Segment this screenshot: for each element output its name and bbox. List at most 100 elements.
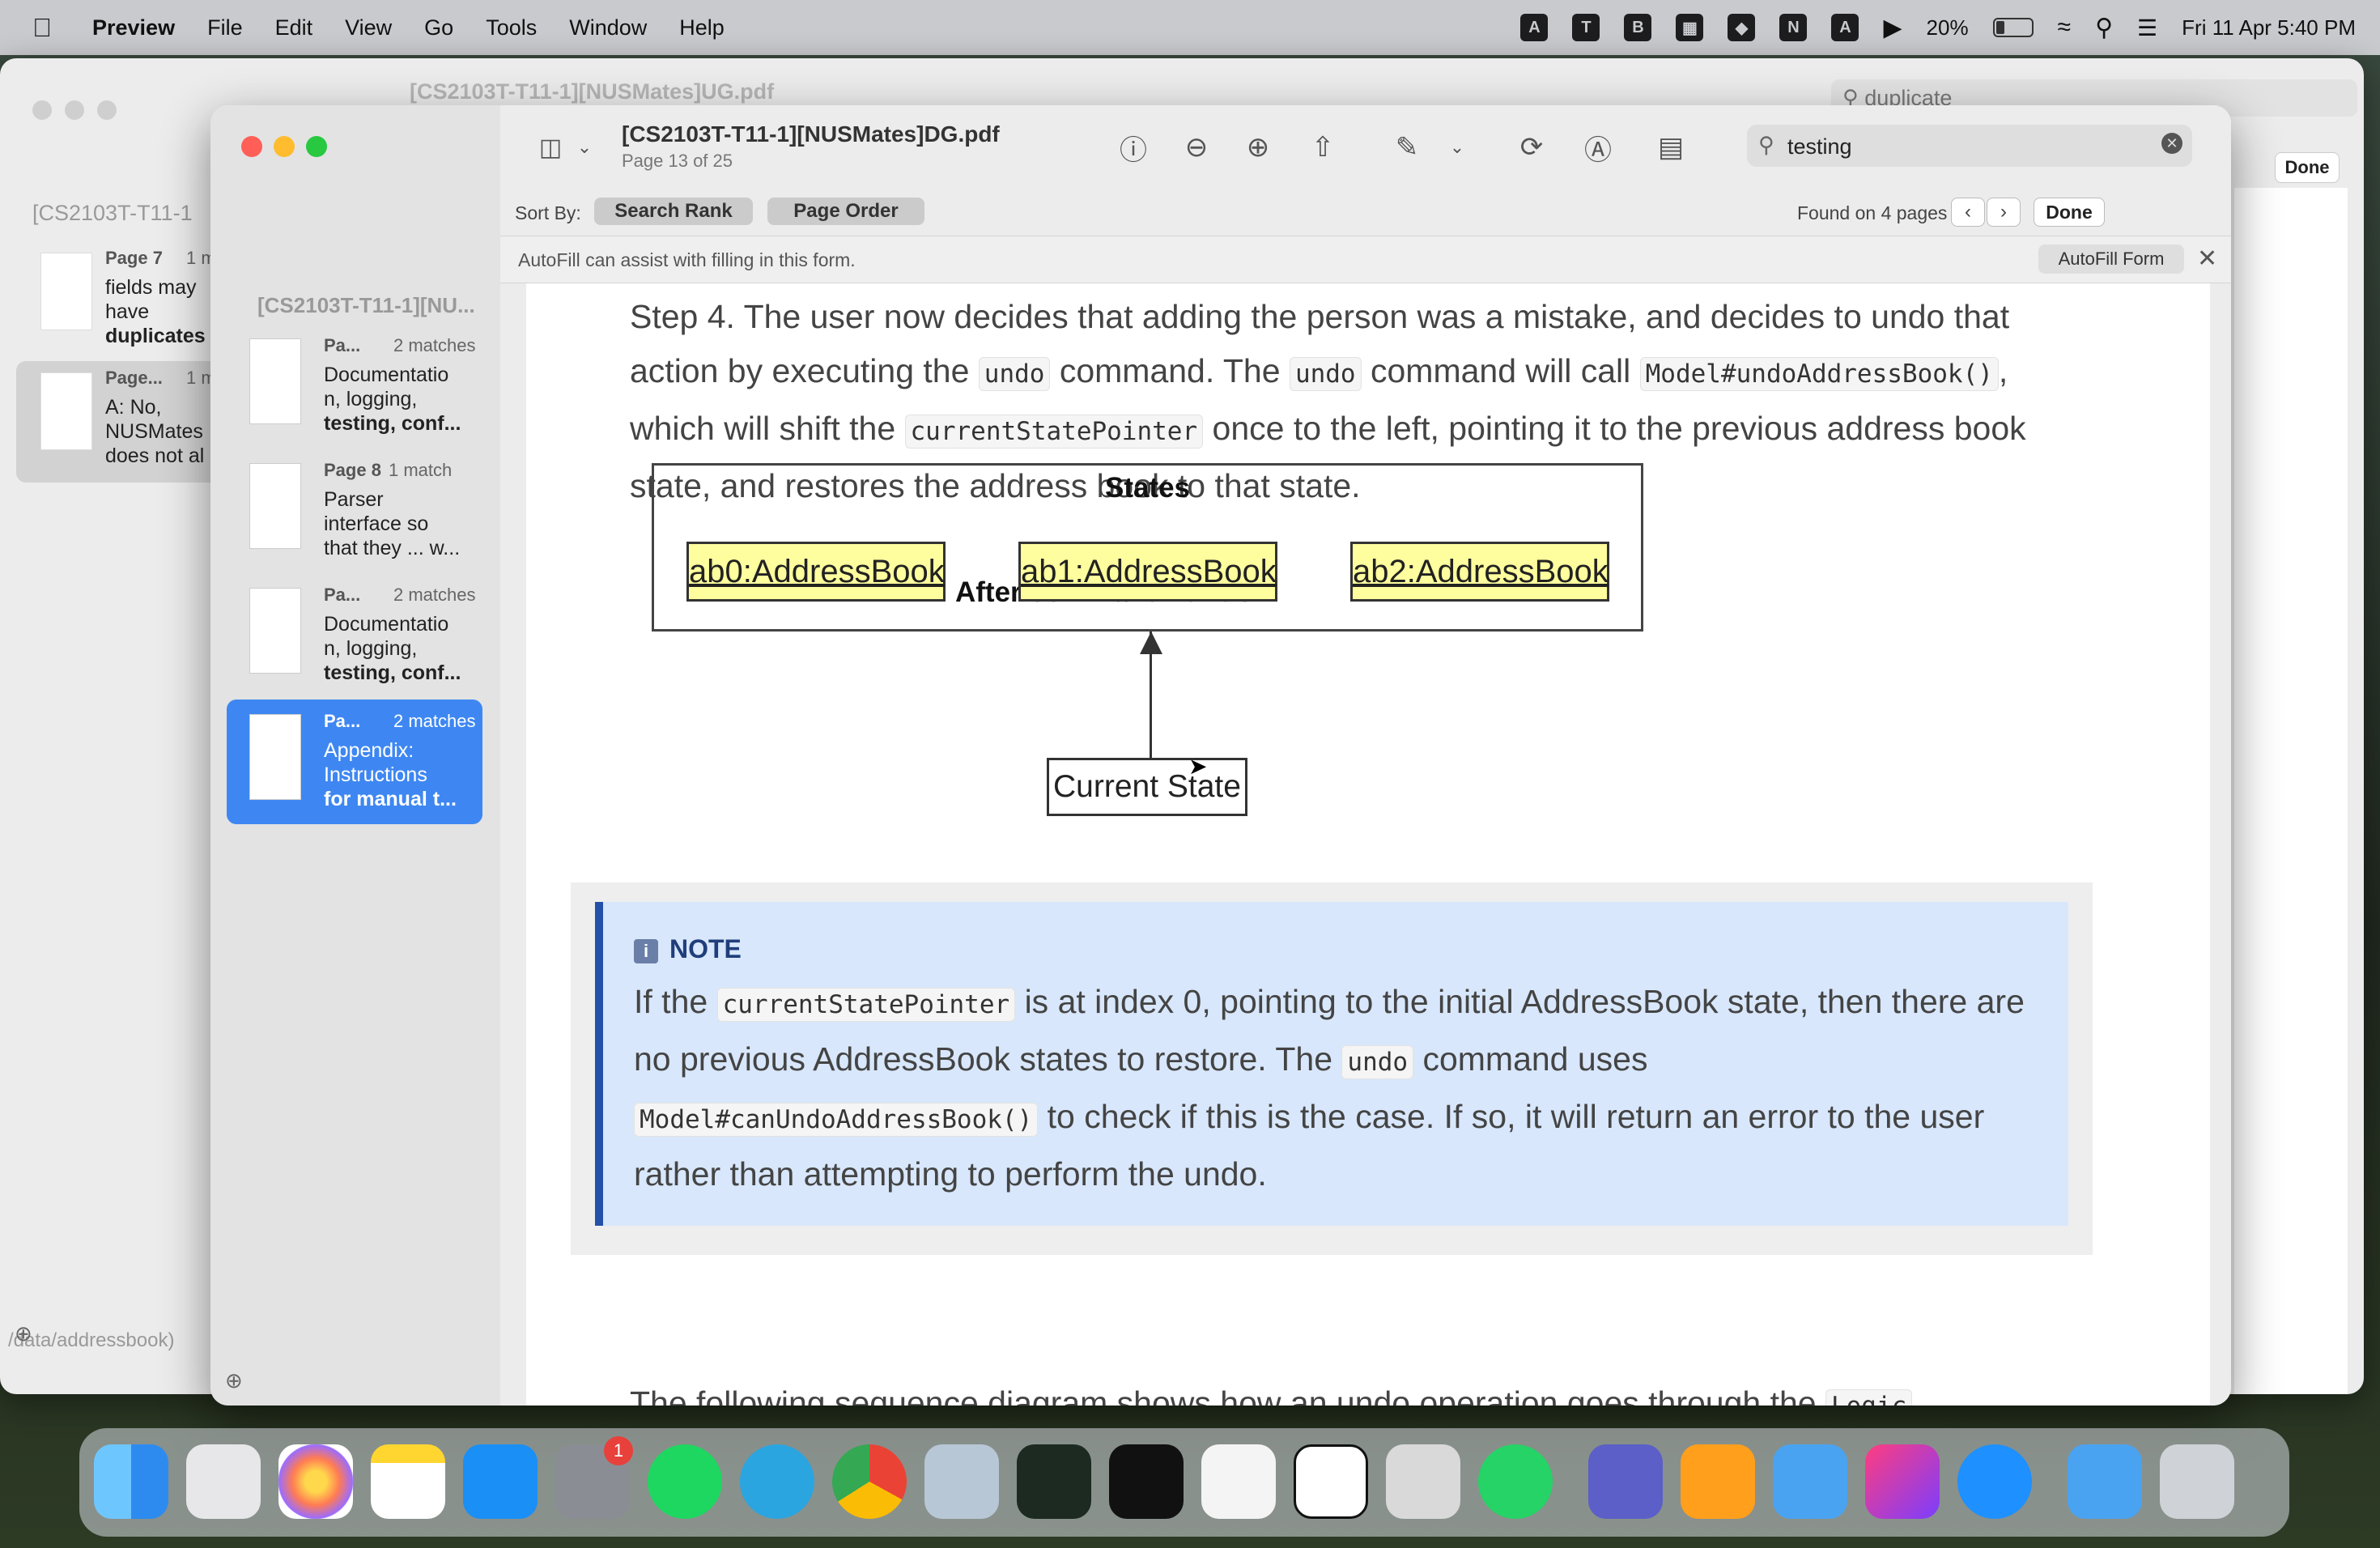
highlight-pen-icon[interactable]: ✎ — [1389, 130, 1425, 165]
status-app-icon[interactable]: ▦ — [1676, 14, 1704, 41]
search-result-item[interactable]: Pa... 2 matches Documentatio n, logging, t… — [227, 573, 482, 698]
zoom-out-icon[interactable]: ⊖ — [1179, 130, 1214, 165]
result-page: Pa... — [324, 585, 361, 605]
shield-icon[interactable]: ◆ — [1728, 14, 1756, 41]
menu-go[interactable]: Go — [424, 15, 453, 40]
whatsapp-icon[interactable] — [1478, 1444, 1553, 1519]
telegram-icon[interactable] — [740, 1444, 814, 1519]
bg-result-item[interactable]: Page 7 1 m fields may have duplicates — [16, 245, 219, 366]
google-drive-icon[interactable] — [1201, 1444, 1276, 1519]
share-icon[interactable]: ⇧ — [1305, 130, 1341, 165]
menu-bar:  Preview File Edit View Go Tools Window… — [0, 0, 2380, 55]
clock[interactable]: Fri 11 Apr 5:40 PM — [2182, 15, 2356, 40]
form-fill-icon[interactable]: ▤ — [1653, 130, 1689, 165]
search-result-item-selected[interactable]: Pa... 2 matches Appendix: Instructions for… — [227, 700, 482, 824]
launchpad-icon[interactable] — [186, 1444, 261, 1519]
result-line: testing, conf... — [324, 412, 461, 435]
menu-help[interactable]: Help — [679, 15, 725, 40]
spotify-icon[interactable] — [648, 1444, 722, 1519]
done-button[interactable]: Done — [2034, 198, 2105, 227]
bg-sidebar-title: [CS2103T-T11-1 — [32, 201, 193, 225]
terminal-icon[interactable] — [1109, 1444, 1184, 1519]
sort-search-rank-button[interactable]: Search Rank — [594, 198, 753, 225]
code-model-can-undo: Model#canUndoAddressBook() — [634, 1103, 1039, 1137]
result-line: NUSMates — [105, 420, 203, 443]
menu-edit[interactable]: Edit — [275, 15, 313, 40]
control-center-icon[interactable]: ☰ — [2137, 15, 2157, 41]
sort-page-order-button[interactable]: Page Order — [767, 198, 924, 225]
zoom-window-button[interactable] — [97, 100, 117, 120]
safari-icon[interactable] — [1957, 1444, 2032, 1519]
menu-view[interactable]: View — [345, 15, 392, 40]
notion-status-icon[interactable]: N — [1779, 14, 1808, 41]
input-source-icon[interactable]: A — [1831, 14, 1859, 41]
menu-window[interactable]: Window — [569, 15, 647, 40]
note-box: i NOTE If the currentStatePointer is at i… — [595, 902, 2068, 1226]
info-icon[interactable]: ⓘ — [1116, 130, 1151, 166]
apple-icon[interactable]:  — [32, 13, 52, 43]
chevron-down-icon[interactable]: ⌄ — [567, 130, 602, 165]
notion-icon[interactable] — [1294, 1444, 1368, 1519]
finder-icon[interactable] — [94, 1444, 168, 1519]
chrome-icon[interactable] — [832, 1444, 907, 1519]
app-store-icon[interactable] — [463, 1444, 538, 1519]
activity-monitor-icon[interactable] — [1017, 1444, 1091, 1519]
zoom-window-button[interactable] — [306, 136, 327, 157]
downloads-folder-icon[interactable] — [2068, 1444, 2142, 1519]
spotlight-search-icon[interactable]: ⚲ — [2095, 14, 2113, 42]
search-field[interactable]: ⚲ testing ✕ — [1747, 125, 2192, 167]
code-pointer: currentStatePointer — [904, 415, 1204, 449]
preview-window[interactable]: [CS2103T-T11-1][NU... Pa... 2 matches Do… — [210, 105, 2231, 1406]
add-icon[interactable]: ⊕ — [15, 1321, 32, 1346]
teams-icon[interactable] — [1588, 1444, 1663, 1519]
next-match-button[interactable]: › — [1987, 198, 2021, 227]
battery-percent: 20% — [1926, 15, 1969, 40]
photos-icon[interactable] — [278, 1444, 353, 1519]
minimize-window-button[interactable] — [65, 100, 84, 120]
close-window-button[interactable] — [241, 136, 262, 157]
autofill-form-button[interactable]: AutoFill Form — [2038, 245, 2184, 274]
close-window-button[interactable] — [32, 100, 52, 120]
states-label: States — [1104, 472, 1191, 504]
chevron-down-icon[interactable]: ⌄ — [1439, 130, 1475, 165]
add-icon[interactable]: ⊕ — [225, 1368, 243, 1393]
trash-icon[interactable] — [2160, 1444, 2234, 1519]
rotate-icon[interactable]: ⟳ — [1514, 130, 1549, 165]
result-line: testing, conf... — [324, 661, 461, 684]
result-line: n, logging, — [324, 388, 418, 410]
menu-app-name[interactable]: Preview — [92, 15, 175, 40]
play-icon[interactable]: ▶ — [1883, 14, 1902, 42]
teams-status-icon[interactable]: T — [1572, 14, 1600, 41]
markup-icon[interactable]: Ⓐ — [1580, 130, 1616, 166]
sidebar-toggle-icon[interactable]: ◫ — [533, 130, 568, 165]
bg-done-button[interactable]: Done — [2275, 152, 2340, 183]
notes-icon[interactable] — [371, 1444, 445, 1519]
dock: 1 — [79, 1428, 2289, 1537]
preview-app-icon[interactable] — [924, 1444, 999, 1519]
zoom-in-icon[interactable]: ⊕ — [1240, 130, 1276, 165]
result-line: Instructions — [324, 763, 427, 786]
menu-file[interactable]: File — [207, 15, 243, 40]
bg-result-item[interactable]: Page... 1 m A: No, NUSMates does not al — [16, 361, 219, 483]
result-match-count: 2 matches — [393, 335, 476, 355]
status-app-icon[interactable]: B — [1624, 14, 1652, 41]
ab2-node: ab2:AddressBook — [1350, 542, 1609, 602]
minimize-window-button[interactable] — [274, 136, 295, 157]
search-result-item[interactable]: Pa... 2 matches Documentatio n, logging, t… — [227, 324, 482, 449]
battery-icon[interactable] — [1992, 18, 2034, 37]
search-result-item[interactable]: Page 8 1 match Parser interface so that th… — [227, 449, 482, 573]
clear-search-icon[interactable]: ✕ — [2161, 133, 2182, 154]
wifi-icon[interactable]: ≈ — [2058, 14, 2071, 41]
previous-match-button[interactable]: ‹ — [1951, 198, 1985, 227]
search-input[interactable]: testing — [1787, 134, 1852, 159]
menu-tools[interactable]: Tools — [486, 15, 537, 40]
intellij-icon[interactable] — [1865, 1444, 1940, 1519]
bg-footer-text: /data/addressbook) — [8, 1329, 175, 1351]
iphone-mirroring-icon[interactable] — [1386, 1444, 1460, 1519]
status-app-icon[interactable]: A — [1520, 14, 1549, 41]
current-state-node: Current State — [1047, 758, 1247, 816]
folder-icon[interactable] — [1773, 1444, 1847, 1519]
pages-icon[interactable] — [1681, 1444, 1755, 1519]
document-title: [CS2103T-T11-1][NUSMates]DG.pdf — [622, 121, 1000, 147]
close-icon[interactable]: ✕ — [2197, 245, 2217, 273]
